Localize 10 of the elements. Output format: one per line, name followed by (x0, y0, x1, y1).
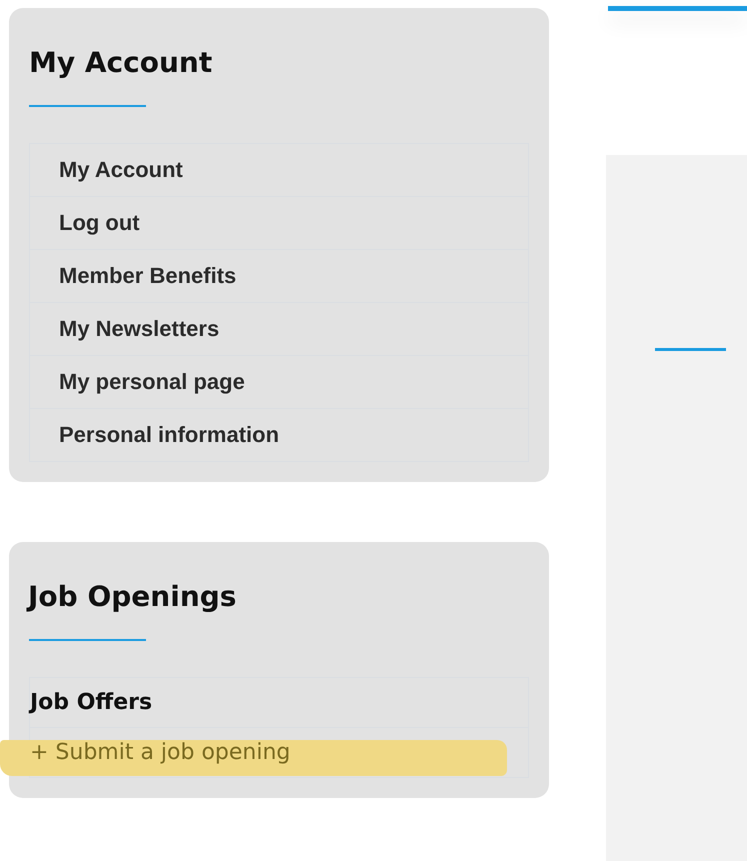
menu-link[interactable]: Member Benefits (59, 263, 236, 289)
menu-link[interactable]: Log out (59, 210, 140, 236)
menu-link[interactable]: My Account (59, 157, 183, 183)
menu-link[interactable]: Job Offers (30, 690, 152, 715)
menu-link[interactable]: + Submit a job opening (30, 740, 290, 765)
card-title: My Account (29, 46, 214, 79)
menu-link[interactable]: Personal information (59, 422, 280, 448)
menu-link[interactable]: My Newsletters (59, 316, 220, 342)
menu-link[interactable]: My personal page (59, 369, 245, 395)
card-title: Job Openings (28, 580, 238, 613)
